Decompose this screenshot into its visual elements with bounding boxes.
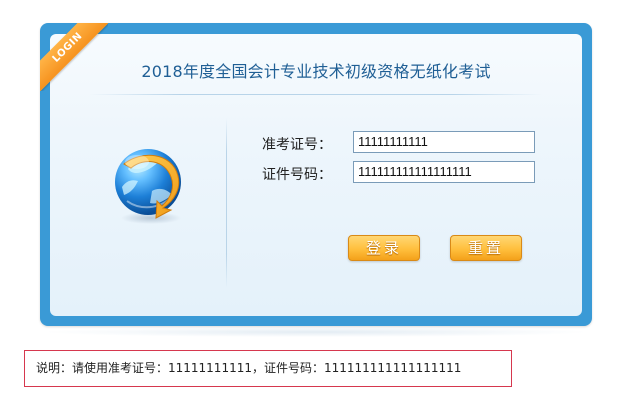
title-divider — [90, 94, 542, 95]
instruction-note: 说明：请使用准考证号：11111111111，证件号码：111111111111… — [24, 350, 512, 387]
login-ribbon-container: LOGIN — [40, 23, 108, 91]
id-number-input[interactable]: 111111111111111111 — [353, 161, 535, 183]
panel-divider — [226, 118, 227, 288]
login-panel-frame: 2018年度全国会计专业技术初级资格无纸化考试 准考证号： 1111111111… — [40, 23, 592, 326]
globe-icon — [104, 140, 194, 230]
ticket-number-label: 准考证号： — [262, 137, 332, 153]
exam-title: 2018年度全国会计专业技术初级资格无纸化考试 — [141, 62, 491, 81]
login-panel: 2018年度全国会计专业技术初级资格无纸化考试 准考证号： 1111111111… — [50, 34, 582, 316]
reset-button[interactable]: 重置 — [450, 235, 522, 261]
ticket-number-input[interactable]: 11111111111 — [353, 131, 535, 153]
login-button[interactable]: 登录 — [348, 235, 420, 261]
login-ribbon: LOGIN — [40, 23, 108, 91]
panel-shadow — [48, 327, 584, 337]
id-number-label: 证件号码： — [262, 167, 332, 183]
